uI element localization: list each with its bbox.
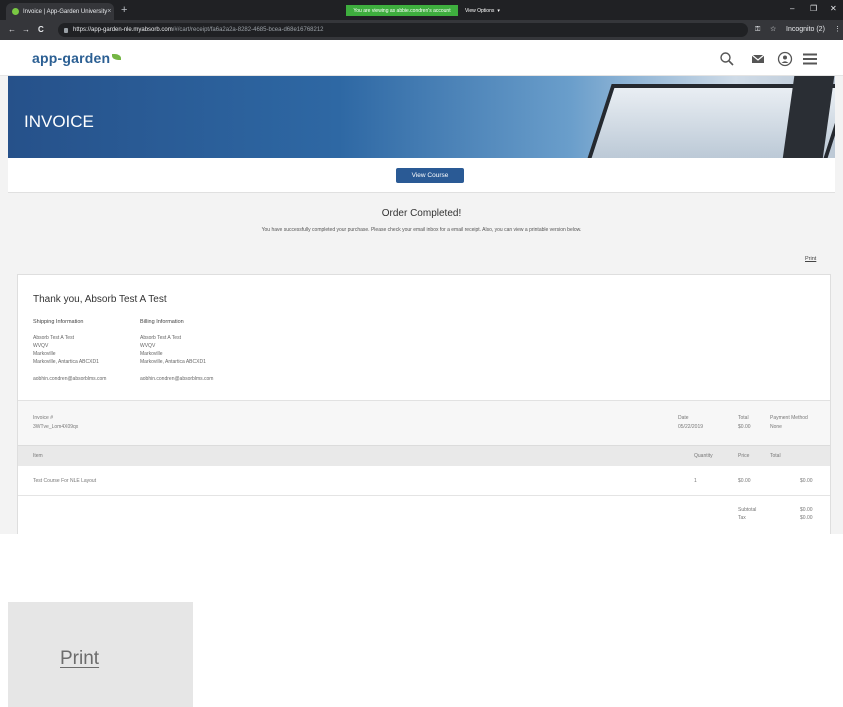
thank-you-heading: Thank you, Absorb Test A Test [33,294,167,305]
billing-line: Markoville [140,351,163,357]
shipping-heading: Shipping Information [33,319,84,325]
items-table-header: Item Quantity Price Total [18,445,830,466]
column-header-price: Price [738,453,750,459]
billing-line: Absorb Test A Test [140,335,181,341]
payment-method-label: Payment Method [770,415,808,421]
favicon-icon [12,8,19,15]
lock-icon [64,27,68,33]
invoice-number-value: 3WTve_Lom4X09qx [33,424,79,430]
shipping-email: aobhin.condren@absorblms.com [33,376,107,382]
mail-icon[interactable] [750,51,766,67]
logo-text: app-garden [32,50,111,66]
site-logo[interactable]: app-garden [32,50,122,66]
maximize-button[interactable]: ❐ [810,4,817,14]
payment-method-value: None [770,424,782,430]
item-name: Test Course For NLE Layout [33,478,97,484]
tab-close-icon[interactable]: × [107,8,111,15]
key-icon[interactable]: ⚿ [755,25,760,35]
impersonation-notice: You are viewing as abbie.condren's accou… [346,5,458,16]
page-banner: INVOICE [8,76,835,158]
billing-email: aobhin.condren@absorblms.com [140,376,214,382]
receipt-card: Thank you, Absorb Test A Test Shipping I… [17,274,831,534]
invoice-summary: Invoice # 3WTve_Lom4X09qx Date 05/22/201… [18,400,830,445]
date-value: 05/22/2019 [678,424,704,430]
billing-heading: Billing Information [140,319,184,325]
window-close-button[interactable]: ✕ [830,4,837,14]
shipping-line: WVQV [33,343,49,349]
column-header-quantity: Quantity [694,453,713,459]
hamburger-menu-icon[interactable] [802,51,818,67]
browser-menu-icon[interactable]: ⋮ [834,25,841,35]
order-status: Order Completed! You have successfully c… [8,208,835,233]
tab-strip: Invoice | App-Garden University × + You … [0,0,843,20]
item-total: $0.00 [800,478,813,484]
page-title: INVOICE [24,112,94,131]
column-header-total: Total [770,453,781,459]
column-header-item: Item [33,453,43,459]
reload-button[interactable]: C [38,24,44,36]
tax-value: $0.00 [800,515,813,521]
star-icon[interactable]: ☆ [770,25,776,35]
order-completed-message: You have successfully completed your pur… [261,227,582,233]
billing-line: WVQV [140,343,156,349]
tax-label: Tax [738,515,746,521]
view-options-menu[interactable]: View Options ▾ [465,5,511,16]
view-options-label: View Options [465,7,495,14]
browser-tab[interactable]: Invoice | App-Garden University × [6,3,114,20]
browser-window: Invoice | App-Garden University × + You … [0,0,843,534]
forward-button[interactable]: → [22,24,30,36]
chevron-down-icon: ▾ [497,7,500,14]
order-totals: Subtotal $0.00 Tax $0.00 [18,496,830,534]
table-row: Test Course For NLE Layout 1 $0.00 $0.00 [18,466,830,496]
address-toolbar: ← → C https://app-garden-nle.myabsorb.co… [0,20,843,40]
course-action-bar: View Course [8,158,835,193]
date-label: Date [678,415,689,421]
address-bar[interactable]: https://app-garden-nle.myabsorb.com /#/c… [58,23,748,37]
print-zoom-label: Print [60,648,100,669]
shipping-address: Absorb Test A Test WVQV Markoville Marko… [33,334,99,366]
new-tab-button[interactable]: + [121,4,127,16]
item-quantity: 1 [694,478,697,484]
leaf-icon [112,54,122,60]
order-completed-heading: Order Completed! [381,208,462,219]
item-price: $0.00 [738,478,751,484]
shipping-line: Markoville [33,351,56,357]
search-icon[interactable] [719,51,735,67]
view-course-button[interactable]: View Course [396,168,464,183]
subtotal-value: $0.00 [800,507,813,513]
minimize-button[interactable]: – [790,4,794,14]
user-account-icon[interactable] [777,51,793,67]
back-button[interactable]: ← [8,24,16,36]
tab-title: Invoice | App-Garden University [23,8,108,15]
shipping-line: Markoville, Antartica ABCXD1 [33,359,99,365]
total-value: $0.00 [738,424,751,430]
total-label: Total [738,415,749,421]
print-zoom-inset: Print [8,602,193,707]
site-header: app-garden [0,40,843,76]
url-path: /#/cart/receipt/fa6a2a2a-8282-4685-bcea-… [172,27,324,33]
subtotal-label: Subtotal [738,507,757,513]
shipping-line: Absorb Test A Test [33,335,74,341]
billing-line: Markoville, Antartica ABCXD1 [140,359,206,365]
print-link[interactable]: Print [805,256,816,262]
url-host: https://app-garden-nle.myabsorb.com [73,27,173,33]
invoice-number-label: Invoice # [33,415,54,421]
billing-address: Absorb Test A Test WVQV Markoville Marko… [140,334,206,366]
incognito-indicator[interactable]: Incognito (2) [786,25,825,35]
